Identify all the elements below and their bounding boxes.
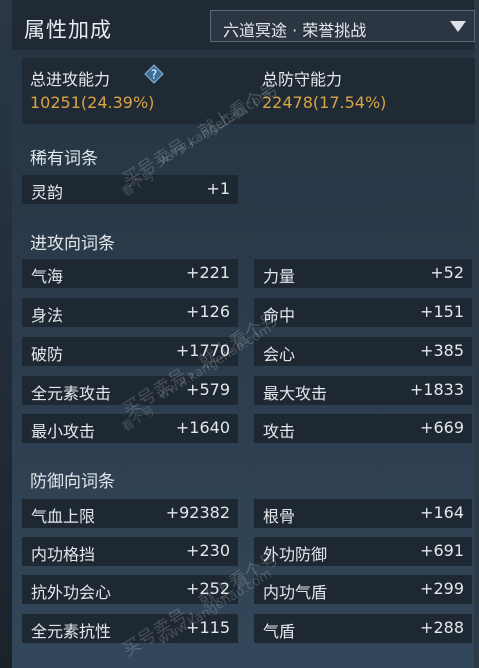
stat-value: +92382 bbox=[165, 503, 230, 522]
stat-row: 内功格挡 +230 bbox=[22, 537, 238, 566]
total-attack-value: 10251(24.39%) bbox=[30, 93, 155, 112]
section-rare-heading: 稀有词条 bbox=[30, 149, 98, 169]
stat-label: 最大攻击 bbox=[263, 384, 328, 403]
stat-row: 最大攻击 +1833 bbox=[254, 376, 472, 405]
svg-text:?: ? bbox=[151, 68, 157, 82]
stat-value: +1833 bbox=[409, 380, 464, 399]
stat-label: 根骨 bbox=[263, 507, 296, 526]
stat-value: +288 bbox=[420, 618, 464, 637]
stat-label: 灵韵 bbox=[31, 183, 64, 202]
stat-value: +164 bbox=[420, 503, 464, 522]
triangle-down-icon bbox=[450, 21, 466, 32]
stat-row: 气血上限 +92382 bbox=[22, 499, 238, 528]
stat-label: 内功气盾 bbox=[263, 583, 328, 602]
stat-label: 全元素攻击 bbox=[31, 384, 112, 403]
stat-value: +385 bbox=[420, 341, 464, 360]
stat-value: +691 bbox=[420, 541, 464, 560]
stat-value: +669 bbox=[420, 418, 464, 437]
stat-row: 会心 +385 bbox=[254, 337, 472, 366]
stat-value: +151 bbox=[420, 302, 464, 321]
page-title: 属性加成 bbox=[24, 18, 112, 42]
stat-label: 力量 bbox=[263, 267, 296, 286]
stat-value: +1640 bbox=[175, 418, 230, 437]
stat-row: 力量 +52 bbox=[254, 259, 472, 288]
stat-value: +299 bbox=[420, 579, 464, 598]
stat-value: +126 bbox=[186, 302, 230, 321]
section-attack-heading: 进攻向词条 bbox=[30, 234, 115, 254]
stat-row: 外功防御 +691 bbox=[254, 537, 472, 566]
stat-label: 全元素抗性 bbox=[31, 622, 112, 641]
section-defense-heading: 防御向词条 bbox=[30, 472, 115, 492]
stat-row: 攻击 +669 bbox=[254, 414, 472, 443]
total-attack-label: 总进攻能力 bbox=[30, 70, 111, 89]
stat-label: 身法 bbox=[31, 306, 64, 325]
stat-label: 会心 bbox=[263, 345, 296, 364]
stat-value: +221 bbox=[186, 263, 230, 282]
stat-label: 破防 bbox=[31, 345, 64, 364]
stat-label: 抗外功会心 bbox=[31, 583, 112, 602]
stat-label: 气血上限 bbox=[31, 507, 96, 526]
stat-value: +230 bbox=[186, 541, 230, 560]
stat-row: 内功气盾 +299 bbox=[254, 575, 472, 604]
mode-dropdown[interactable]: 六道冥途 · 荣誉挑战 bbox=[210, 10, 475, 42]
help-diamond-icon[interactable]: ? bbox=[144, 64, 164, 84]
stat-label: 气海 bbox=[31, 267, 64, 286]
stat-label: 攻击 bbox=[263, 422, 296, 441]
stat-row: 气海 +221 bbox=[22, 259, 238, 288]
stat-row: 根骨 +164 bbox=[254, 499, 472, 528]
stat-row: 气盾 +288 bbox=[254, 614, 472, 643]
stat-label: 气盾 bbox=[263, 622, 296, 641]
stat-row: 身法 +126 bbox=[22, 298, 238, 327]
stat-value: +52 bbox=[430, 263, 464, 282]
stat-row: 命中 +151 bbox=[254, 298, 472, 327]
stat-label: 最小攻击 bbox=[31, 422, 96, 441]
mode-dropdown-value: 六道冥途 · 荣誉挑战 bbox=[223, 21, 367, 40]
stat-label: 内功格挡 bbox=[31, 545, 96, 564]
stat-value: +1 bbox=[206, 179, 230, 198]
